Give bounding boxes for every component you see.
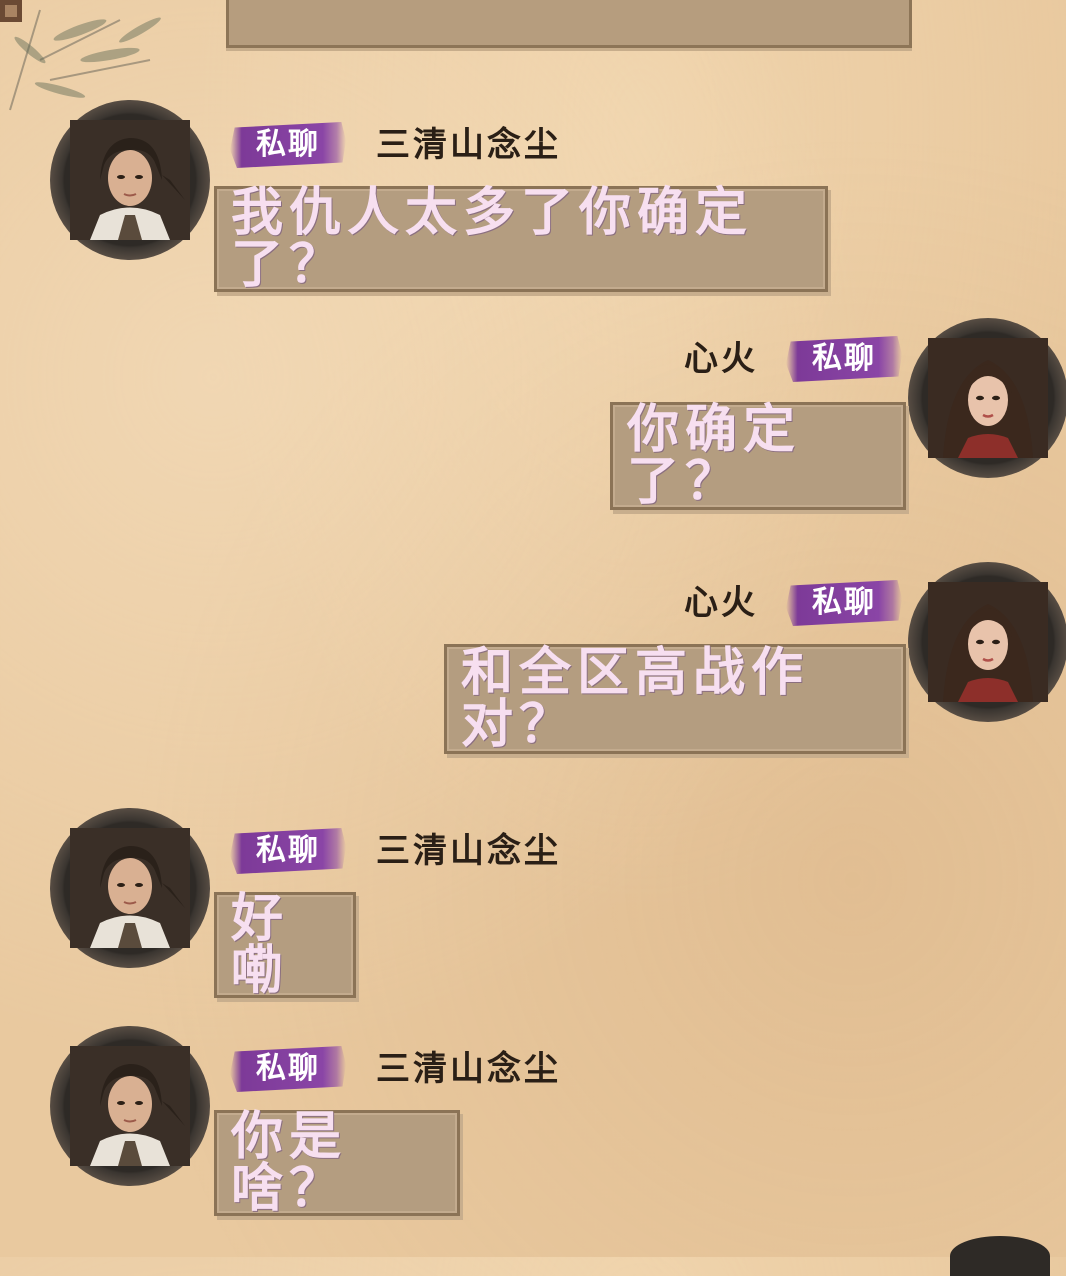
message-bubble[interactable]: 好嘞	[214, 892, 356, 998]
channel-tag: 私聊	[230, 1046, 346, 1092]
sender-name[interactable]: 心火	[684, 580, 758, 626]
message-bubble[interactable]: 你确定了？	[610, 402, 906, 510]
channel-tag: 私聊	[786, 336, 902, 382]
frame-corner-icon	[0, 0, 22, 22]
sender-avatar[interactable]	[50, 1026, 210, 1186]
sender-name[interactable]: 三清山念尘	[376, 122, 561, 168]
sender-name[interactable]: 心火	[684, 336, 758, 382]
channel-tag: 私聊	[230, 122, 346, 168]
next-avatar-partial	[950, 1236, 1050, 1276]
sender-avatar[interactable]	[908, 318, 1066, 478]
message-text: 你确定了？	[627, 399, 802, 512]
male-avatar-icon	[70, 120, 190, 240]
sender-name[interactable]: 三清山念尘	[376, 828, 561, 874]
sender-name[interactable]: 三清山念尘	[376, 1046, 561, 1092]
sender-avatar[interactable]	[908, 562, 1066, 722]
female-avatar-icon	[928, 338, 1048, 458]
message-bubble[interactable]: 和全区高战作对？	[444, 644, 906, 754]
channel-tag: 私聊	[230, 828, 346, 874]
previous-message-bubble	[226, 0, 912, 48]
female-avatar-icon	[928, 582, 1048, 702]
male-avatar-icon	[70, 1046, 190, 1166]
male-avatar-icon	[70, 828, 190, 948]
message-text: 你是啥？	[231, 1106, 348, 1219]
message-text: 和全区高战作对？	[461, 642, 810, 755]
channel-tag: 私聊	[786, 580, 902, 626]
message-text: 好嘞	[231, 888, 290, 1001]
message-bubble[interactable]: 我仇人太多了你确定了？	[214, 186, 828, 292]
sender-avatar[interactable]	[50, 100, 210, 260]
sender-avatar[interactable]	[50, 808, 210, 968]
message-bubble[interactable]: 你是啥？	[214, 1110, 460, 1216]
message-text: 我仇人太多了你确定了？	[231, 182, 754, 295]
